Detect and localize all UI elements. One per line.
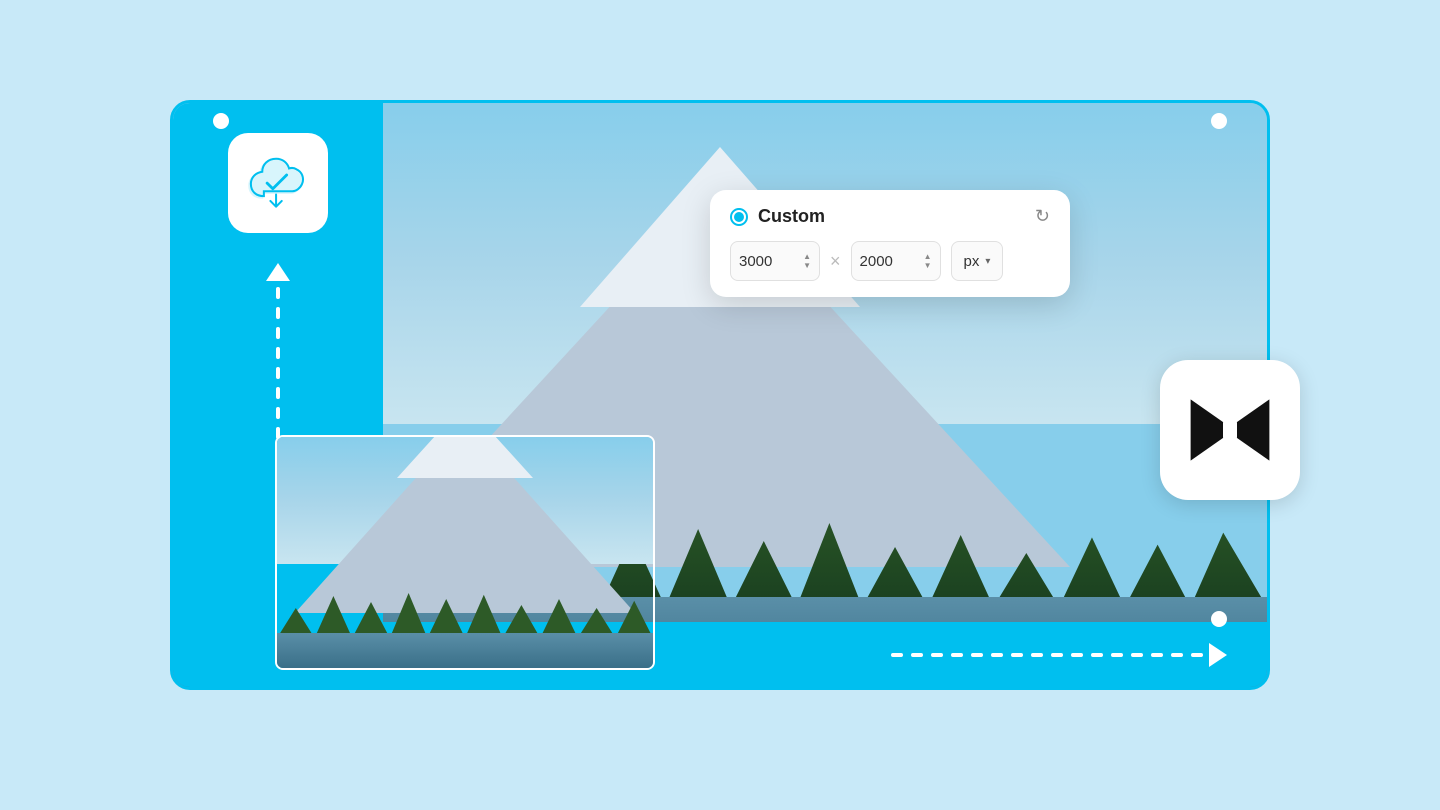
dash <box>1071 653 1083 657</box>
dash <box>911 653 923 657</box>
dash <box>276 387 280 399</box>
thumb-water <box>277 633 653 668</box>
height-arrow-up[interactable]: ▲ <box>924 253 932 261</box>
dash <box>991 653 1003 657</box>
cloud-upload-icon <box>246 151 311 216</box>
settings-dimensions-row: 3000 ▲ ▼ × 2000 ▲ ▼ px ▾ <box>730 241 1050 281</box>
settings-header-row: Custom ↻ <box>730 206 1050 227</box>
dash <box>1131 653 1143 657</box>
thumb-snow <box>397 435 533 478</box>
source-thumbnail <box>275 435 655 670</box>
height-value: 2000 <box>860 253 893 270</box>
width-arrow-up[interactable]: ▲ <box>803 253 811 261</box>
dash <box>276 347 280 359</box>
reset-button[interactable]: ↻ <box>1035 206 1050 227</box>
corner-dot-top-right <box>1211 113 1227 129</box>
arrow-up-head <box>266 263 290 281</box>
capcut-icon <box>1185 395 1275 465</box>
height-spinners: ▲ ▼ <box>924 253 932 270</box>
dash <box>931 653 943 657</box>
dash <box>276 407 280 419</box>
unit-dropdown[interactable]: px ▾ <box>951 241 1004 281</box>
dash <box>951 653 963 657</box>
corner-dot-bottom-right <box>1211 611 1227 627</box>
width-spinners: ▲ ▼ <box>803 253 811 270</box>
corner-dot-top-left <box>213 113 229 129</box>
dash <box>971 653 983 657</box>
custom-settings-panel: Custom ↻ 3000 ▲ ▼ × 2000 ▲ ▼ <box>710 190 1070 297</box>
main-scene: Custom ↻ 3000 ▲ ▼ × 2000 ▲ ▼ <box>120 80 1320 730</box>
width-value: 3000 <box>739 253 772 270</box>
dash <box>1031 653 1043 657</box>
dash <box>276 307 280 319</box>
custom-label: Custom <box>758 206 825 227</box>
export-arrow-indicator <box>891 643 1227 667</box>
chevron-down-icon: ▾ <box>985 256 990 267</box>
dash <box>1011 653 1023 657</box>
dash <box>891 653 903 657</box>
unit-label: px <box>964 253 980 270</box>
custom-radio-button[interactable] <box>730 208 748 226</box>
width-arrow-down[interactable]: ▼ <box>803 262 811 270</box>
dashes-horizontal <box>891 653 1203 657</box>
dash <box>1091 653 1103 657</box>
dash <box>276 327 280 339</box>
width-input[interactable]: 3000 ▲ ▼ <box>730 241 820 281</box>
dash <box>276 367 280 379</box>
radio-inner-dot <box>734 212 744 222</box>
dash <box>1171 653 1183 657</box>
dash <box>1191 653 1203 657</box>
dash <box>1051 653 1063 657</box>
dimension-separator: × <box>830 251 841 272</box>
dash <box>1111 653 1123 657</box>
cloud-upload-box[interactable] <box>228 133 328 233</box>
dash <box>276 287 280 299</box>
capcut-logo-box[interactable] <box>1160 360 1300 500</box>
height-input[interactable]: 2000 ▲ ▼ <box>851 241 941 281</box>
arrow-right-head <box>1209 643 1227 667</box>
height-arrow-down[interactable]: ▼ <box>924 262 932 270</box>
dash <box>1151 653 1163 657</box>
custom-label-row: Custom <box>730 206 825 227</box>
